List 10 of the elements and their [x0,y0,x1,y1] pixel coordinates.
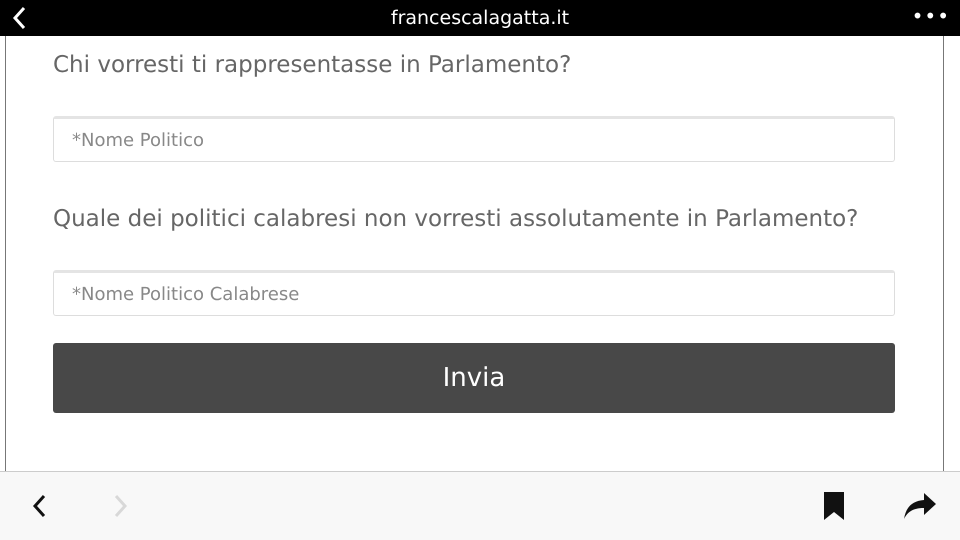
back-icon[interactable] [32,494,46,518]
input-field[interactable]: *Nome Politico [53,116,895,162]
question-text: Quale dei politici calabresi non vorresti assolutamente in Parlamento? [53,205,860,234]
input-field[interactable]: *Nome Politico Calabrese [53,270,895,316]
url-text[interactable]: francescalagatta.it [390,7,570,29]
bookmark-icon[interactable] [824,492,844,520]
question-text: Chi vorresti ti rappresentasse in Parlamento? [53,51,572,80]
more-button[interactable]: ••• [912,4,950,28]
share-icon[interactable] [904,493,936,519]
submit-button[interactable]: Invia [53,343,895,413]
